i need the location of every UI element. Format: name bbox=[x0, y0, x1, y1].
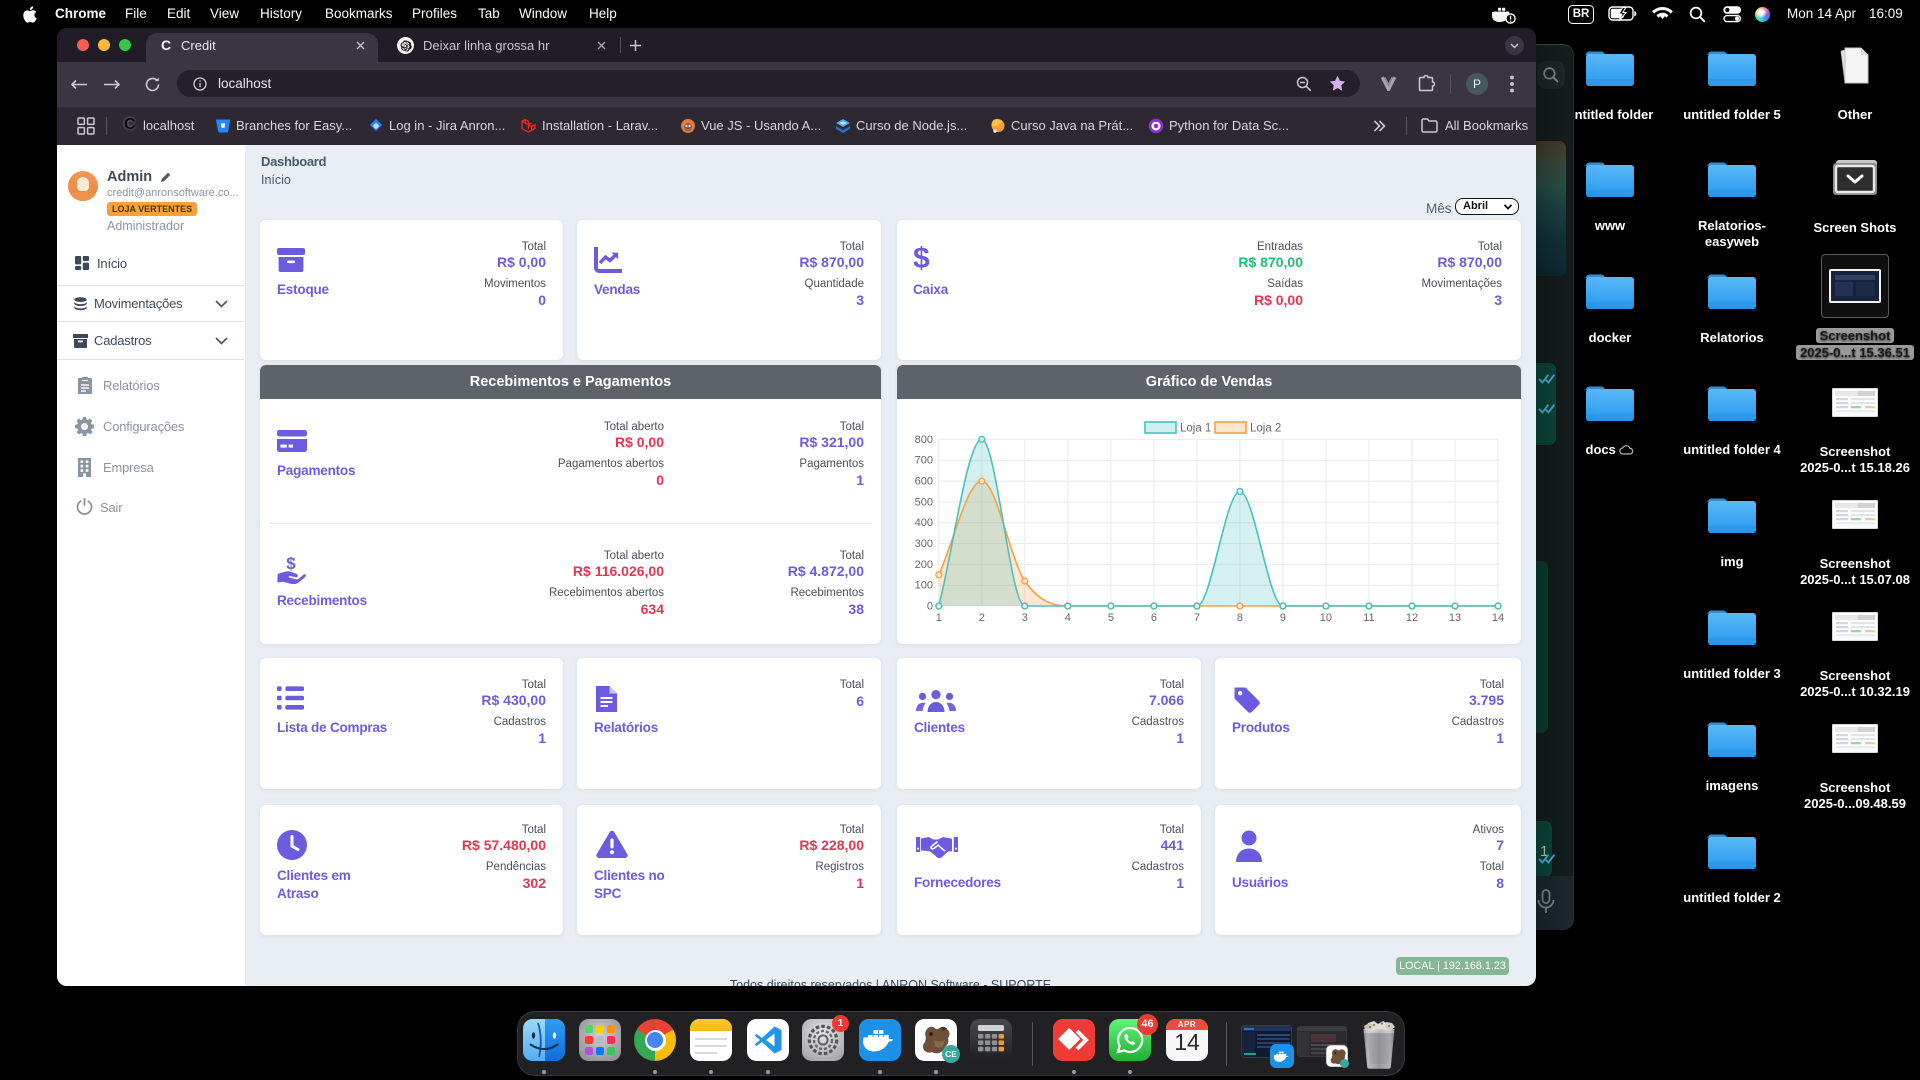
svg-text:6: 6 bbox=[1151, 612, 1157, 624]
svg-text:12: 12 bbox=[1406, 612, 1418, 624]
svg-text:100: 100 bbox=[915, 580, 933, 592]
svg-text:200: 200 bbox=[915, 559, 933, 571]
svg-text:8: 8 bbox=[1237, 612, 1243, 624]
svg-text:10: 10 bbox=[1320, 612, 1332, 624]
svg-text:300: 300 bbox=[915, 538, 933, 550]
svg-text:600: 600 bbox=[915, 476, 933, 488]
svg-text:500: 500 bbox=[915, 496, 933, 508]
svg-text:3: 3 bbox=[1022, 612, 1028, 624]
svg-text:$: $ bbox=[286, 555, 296, 573]
svg-text:14: 14 bbox=[1492, 612, 1504, 624]
svg-text:400: 400 bbox=[915, 517, 933, 529]
svg-text:13: 13 bbox=[1449, 612, 1461, 624]
svg-text:800: 800 bbox=[915, 434, 933, 446]
svg-text:Loja 2: Loja 2 bbox=[1250, 423, 1281, 435]
svg-text:5: 5 bbox=[1108, 612, 1114, 624]
svg-text:1: 1 bbox=[936, 612, 942, 624]
svg-text:11: 11 bbox=[1363, 612, 1374, 624]
svg-text:0: 0 bbox=[927, 601, 933, 613]
svg-text:4: 4 bbox=[1065, 612, 1071, 624]
svg-text:Loja 1: Loja 1 bbox=[1180, 423, 1211, 435]
svg-text:2: 2 bbox=[979, 612, 985, 624]
svg-text:700: 700 bbox=[915, 455, 933, 467]
svg-text:9: 9 bbox=[1280, 612, 1286, 624]
svg-text:7: 7 bbox=[1194, 612, 1200, 624]
